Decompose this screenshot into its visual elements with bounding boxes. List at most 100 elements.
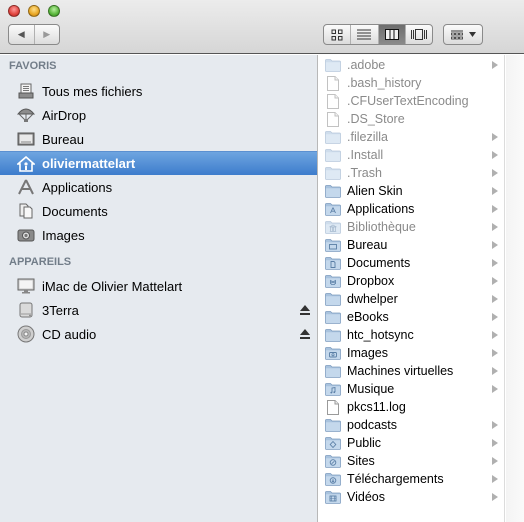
- eject-icon[interactable]: [300, 328, 310, 340]
- sidebar-item-documents[interactable]: Documents: [0, 199, 317, 223]
- list-item[interactable]: Images: [319, 344, 504, 362]
- list-item[interactable]: Public: [319, 434, 504, 452]
- file-name: Musique: [347, 382, 395, 396]
- list-icon: [357, 29, 372, 40]
- folder-library-icon: [325, 220, 341, 234]
- sidebar-item-label: oliviermattelart: [42, 156, 136, 171]
- file-name: Alien Skin: [347, 184, 403, 198]
- forward-button[interactable]: ▶: [33, 25, 60, 44]
- disclosure-arrow-icon: [492, 331, 498, 339]
- folder-public-icon: [325, 436, 341, 450]
- list-item[interactable]: Alien Skin: [319, 182, 504, 200]
- sidebar-item-cd-audio[interactable]: CD audio: [0, 322, 317, 346]
- folder-pictures-icon: [325, 346, 341, 360]
- list-item[interactable]: .filezilla: [319, 128, 504, 146]
- list-item[interactable]: Applications: [319, 200, 504, 218]
- arrange-button[interactable]: [443, 24, 483, 45]
- sidebar-item-label: Tous mes fichiers: [42, 83, 143, 99]
- back-button[interactable]: ◀: [9, 25, 34, 44]
- list-item[interactable]: pkcs11.log: [319, 398, 504, 416]
- list-item[interactable]: .DS_Store: [319, 110, 504, 128]
- sidebar-item-imac-de-olivier-mattelart[interactable]: iMac de Olivier Mattelart: [0, 274, 317, 298]
- sidebar-item-label: 3Terra: [42, 302, 79, 318]
- file-name: eBooks: [347, 310, 389, 324]
- file-name: Téléchargements: [347, 472, 444, 486]
- file-name: Public: [347, 436, 382, 450]
- disclosure-arrow-icon: [492, 205, 498, 213]
- list-item[interactable]: Dropbox: [319, 272, 504, 290]
- list-item[interactable]: .bash_history: [319, 74, 504, 92]
- folder-icon: [325, 130, 341, 144]
- column-view-button[interactable]: [377, 25, 405, 44]
- list-item[interactable]: .Trash: [319, 164, 504, 182]
- file-name: Documents: [347, 256, 411, 270]
- folder-movies-icon: [325, 490, 341, 504]
- section-header-favoris: FAVORIS: [9, 60, 57, 72]
- window-controls: [8, 5, 60, 17]
- folder-icon: [325, 58, 341, 72]
- list-item[interactable]: Documents: [319, 254, 504, 272]
- list-item[interactable]: Musique: [319, 380, 504, 398]
- sidebar-item-label: Documents: [42, 203, 108, 219]
- folder-icon: [325, 418, 341, 432]
- list-item[interactable]: Vidéos: [319, 488, 504, 506]
- forward-arrow-icon: ▶: [43, 29, 51, 39]
- disclosure-arrow-icon: [492, 421, 498, 429]
- sidebar-item-oliviermattelart[interactable]: oliviermattelart: [0, 151, 317, 175]
- list-item[interactable]: dwhelper: [319, 290, 504, 308]
- cd-icon: [17, 325, 35, 343]
- list-view-button[interactable]: [350, 25, 377, 44]
- list-item[interactable]: podcasts: [319, 416, 504, 434]
- list-item[interactable]: Téléchargements: [319, 470, 504, 488]
- list-item[interactable]: .Install: [319, 146, 504, 164]
- disclosure-arrow-icon: [492, 61, 498, 69]
- minimize-button[interactable]: [28, 5, 40, 17]
- grid-icon: [331, 29, 343, 40]
- document-icon: [325, 399, 341, 415]
- folder-dropbox-icon: [325, 274, 341, 288]
- list-item[interactable]: eBooks: [319, 308, 504, 326]
- sidebar-item-tous-mes-fichiers[interactable]: Tous mes fichiers: [0, 79, 317, 103]
- desktop-icon: [17, 130, 35, 148]
- list-item[interactable]: Sites: [319, 452, 504, 470]
- disclosure-arrow-icon: [492, 385, 498, 393]
- disclosure-arrow-icon: [492, 475, 498, 483]
- file-name: Bureau: [347, 238, 388, 252]
- icon-view-button[interactable]: [324, 25, 350, 44]
- list-item[interactable]: Bureau: [319, 236, 504, 254]
- sidebar-item-airdrop[interactable]: AirDrop: [0, 103, 317, 127]
- zoom-button[interactable]: [48, 5, 60, 17]
- arrange-grid-icon: [450, 30, 463, 39]
- disclosure-arrow-icon: [492, 187, 498, 195]
- documents-icon: [17, 202, 35, 220]
- airdrop-icon: [17, 106, 35, 124]
- file-name: .filezilla: [347, 130, 388, 144]
- list-item[interactable]: Bibliothèque: [319, 218, 504, 236]
- disclosure-arrow-icon: [492, 133, 498, 141]
- file-name: .CFUserTextEncoding: [347, 94, 469, 108]
- file-name: .Install: [347, 148, 384, 162]
- sidebar-item-images[interactable]: Images: [0, 223, 317, 247]
- section-header-appareils: APPAREILS: [9, 256, 72, 268]
- all-files-icon: [17, 82, 35, 100]
- list-item[interactable]: Machines virtuelles: [319, 362, 504, 380]
- list-item[interactable]: htc_hotsync: [319, 326, 504, 344]
- list-item[interactable]: .adobe: [319, 56, 504, 74]
- sidebar-item-bureau[interactable]: Bureau: [0, 127, 317, 151]
- disclosure-arrow-icon: [492, 277, 498, 285]
- folder-icon: [325, 148, 341, 162]
- sidebar-item-applications[interactable]: Applications: [0, 175, 317, 199]
- disclosure-arrow-icon: [492, 349, 498, 357]
- document-icon: [325, 75, 341, 91]
- eject-icon[interactable]: [300, 304, 310, 316]
- sidebar-item-label: Applications: [42, 179, 113, 195]
- disclosure-arrow-icon: [492, 439, 498, 447]
- applications-icon: [17, 178, 35, 196]
- sidebar-item-3terra[interactable]: 3Terra: [0, 298, 317, 322]
- close-button[interactable]: [8, 5, 20, 17]
- folder-documents-icon: [325, 256, 341, 270]
- list-item[interactable]: .CFUserTextEncoding: [319, 92, 504, 110]
- coverflow-view-button[interactable]: [404, 25, 432, 44]
- file-name: .bash_history: [347, 76, 422, 90]
- folder-icon: [325, 292, 341, 306]
